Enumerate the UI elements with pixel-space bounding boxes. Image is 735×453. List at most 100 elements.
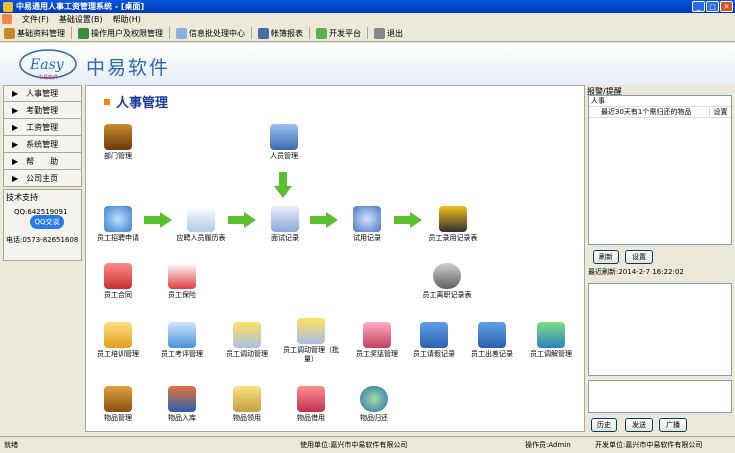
- leave-icon: [433, 263, 461, 289]
- arrow-right-icon: [228, 212, 256, 228]
- nav-system[interactable]: ▶ 系统管理: [3, 136, 82, 153]
- assessment-icon: [168, 322, 196, 348]
- module-transfer-batch[interactable]: 员工调动管理（批量）: [279, 318, 343, 364]
- menu-bar: 文件(F) 基础设置(B) 帮助(H): [0, 13, 735, 25]
- title-bar: 中易通用人事工资管理系统 - [桌面] _ □ ✕: [0, 0, 735, 13]
- goods-return-icon: [360, 386, 388, 412]
- module-recruit[interactable]: 员工招聘申请: [86, 206, 150, 243]
- transfer-icon: [233, 322, 261, 348]
- message-input[interactable]: [588, 380, 732, 413]
- resume-icon: [187, 206, 215, 232]
- hr-management-panel: 人事管理 部门管理 人员管理 员工招聘申请 应聘人员履历表 面试记录 试用记录 …: [85, 85, 585, 432]
- status-operator: 操作员:Admin: [525, 441, 571, 449]
- last-refresh-time: 最近刷新:2014-2-7 16:22:02: [588, 268, 684, 276]
- nav-company-home[interactable]: ▶ 公司主页: [3, 170, 82, 187]
- hire-icon: [439, 206, 467, 232]
- module-transfer[interactable]: 员工调动管理: [215, 322, 279, 359]
- module-insurance[interactable]: 员工保险: [150, 263, 214, 300]
- arrow-right-icon: [394, 212, 422, 228]
- person-icon: [270, 124, 298, 150]
- module-goods[interactable]: 物品管理: [86, 386, 150, 423]
- menu-help[interactable]: 帮助(H): [113, 14, 141, 25]
- qq-chat-button[interactable]: QQ交谈: [30, 215, 64, 229]
- refresh-button[interactable]: 刷新: [593, 250, 619, 264]
- app-menu-icon: [2, 14, 12, 24]
- module-absence[interactable]: 员工请假记录: [402, 322, 466, 359]
- status-ready: 就绪: [4, 441, 18, 449]
- menu-basic-settings[interactable]: 基础设置(B): [59, 14, 103, 25]
- trip-icon: [478, 322, 506, 348]
- module-goods-use[interactable]: 物品领用: [215, 386, 279, 423]
- module-contract[interactable]: 员工合同: [86, 263, 150, 300]
- module-resume[interactable]: 应聘人员履历表: [169, 206, 233, 243]
- page-title: 人事管理: [104, 92, 168, 111]
- transfer-batch-icon: [297, 318, 325, 344]
- nav-attendance[interactable]: ▶ 考勤管理: [3, 102, 82, 119]
- toolbar-reports[interactable]: 帐簿报表: [258, 27, 303, 39]
- status-dev-unit: 开发单位:嘉兴市中易软件有限公司: [595, 441, 703, 449]
- toolbar-user-permissions[interactable]: 操作用户及权限管理: [78, 27, 163, 39]
- module-goods-borrow[interactable]: 物品借用: [279, 386, 343, 423]
- broadcast-button[interactable]: 广播: [659, 418, 687, 432]
- alarm-setting-link[interactable]: 设置: [709, 107, 731, 117]
- module-dismiss[interactable]: 员工调解管理: [519, 322, 583, 359]
- dismiss-icon: [537, 322, 565, 348]
- goods-borrow-icon: [297, 386, 325, 412]
- recruit-icon: [104, 206, 132, 232]
- absence-icon: [420, 322, 448, 348]
- module-person[interactable]: 人员管理: [252, 124, 316, 161]
- toolbar: 基础资料管理 操作用户及权限管理 信息批处理中心 帐簿报表 开发平台 退出: [0, 25, 735, 42]
- company-logo: Easy 中易软件: [19, 49, 77, 81]
- nav-payroll[interactable]: ▶ 工资管理: [3, 119, 82, 136]
- alarm-list: 人事 最近30天有1个需归还的物品 设置: [588, 95, 732, 245]
- arrow-down-icon: [274, 172, 292, 198]
- toolbar-batch-center[interactable]: 信息批处理中心: [176, 27, 245, 39]
- nav-help[interactable]: ▶ 帮 助: [3, 153, 82, 170]
- contract-icon: [104, 263, 132, 289]
- window-title: 中易通用人事工资管理系统 - [桌面]: [16, 2, 145, 11]
- reward-icon: [363, 322, 391, 348]
- goods-icon: [104, 386, 132, 412]
- goods-in-icon: [168, 386, 196, 412]
- module-trip[interactable]: 员工出差记录: [460, 322, 524, 359]
- module-trial[interactable]: 试用记录: [335, 206, 399, 243]
- training-icon: [104, 322, 132, 348]
- alarm-item-row[interactable]: 最近30天有1个需归还的物品 设置: [589, 107, 731, 118]
- minimize-button[interactable]: _: [692, 1, 705, 12]
- maximize-button[interactable]: □: [706, 1, 719, 12]
- toolbar-dev-platform[interactable]: 开发平台: [316, 27, 361, 39]
- tech-support-box: 技术支持 QQ:642519091 QQ交谈 电话:0573-82651608: [3, 189, 82, 261]
- close-button[interactable]: ✕: [720, 1, 733, 12]
- app-icon: [3, 1, 13, 12]
- module-reward[interactable]: 员工奖惩管理: [345, 322, 409, 359]
- module-dept[interactable]: 部门管理: [86, 124, 150, 161]
- support-phone: 电话:0573-82651608: [6, 236, 79, 244]
- message-history-box[interactable]: [588, 283, 732, 376]
- module-goods-return[interactable]: 物品归还: [342, 386, 406, 423]
- toolbar-basic-data[interactable]: 基础资料管理: [4, 27, 65, 39]
- folder-icon: [4, 27, 15, 39]
- alarm-category-row: 人事: [589, 96, 731, 107]
- module-hire[interactable]: 员工录用记录表: [421, 206, 485, 243]
- module-assessment[interactable]: 员工考评管理: [150, 322, 214, 359]
- svg-text:Easy: Easy: [29, 57, 65, 73]
- right-panel: 报警/提醒 人事 最近30天有1个需归还的物品 设置 刷新 设置 最近刷新:201…: [587, 85, 733, 432]
- settings-button[interactable]: 设置: [625, 250, 653, 264]
- brand-name: 中易软件: [86, 57, 171, 79]
- module-goods-in[interactable]: 物品入库: [150, 386, 214, 423]
- send-button[interactable]: 发送: [625, 418, 653, 432]
- module-leave[interactable]: 员工离职记录表: [415, 263, 479, 300]
- toolbar-exit[interactable]: 退出: [374, 27, 403, 39]
- module-training[interactable]: 员工培训管理: [86, 322, 150, 359]
- status-user-unit: 使用单位:嘉兴市中易软件有限公司: [300, 441, 408, 449]
- arrow-right-icon: [144, 212, 172, 228]
- history-button[interactable]: 历史: [591, 418, 617, 432]
- module-interview[interactable]: 面试记录: [253, 206, 317, 243]
- left-nav-panel: ▶ 人事管理 ▶ 考勤管理 ▶ 工资管理 ▶ 系统管理 ▶ 帮 助 ▶ 公司主页 技术支持 …: [3, 85, 82, 432]
- status-bar: 就绪 使用单位:嘉兴市中易软件有限公司 操作员:Admin 开发单位:嘉兴市中易…: [0, 436, 735, 453]
- nav-hr[interactable]: ▶ 人事管理: [3, 85, 82, 102]
- interview-icon: [271, 206, 299, 232]
- goods-use-icon: [233, 386, 261, 412]
- users-icon: [78, 27, 89, 39]
- menu-file[interactable]: 文件(F): [22, 14, 49, 25]
